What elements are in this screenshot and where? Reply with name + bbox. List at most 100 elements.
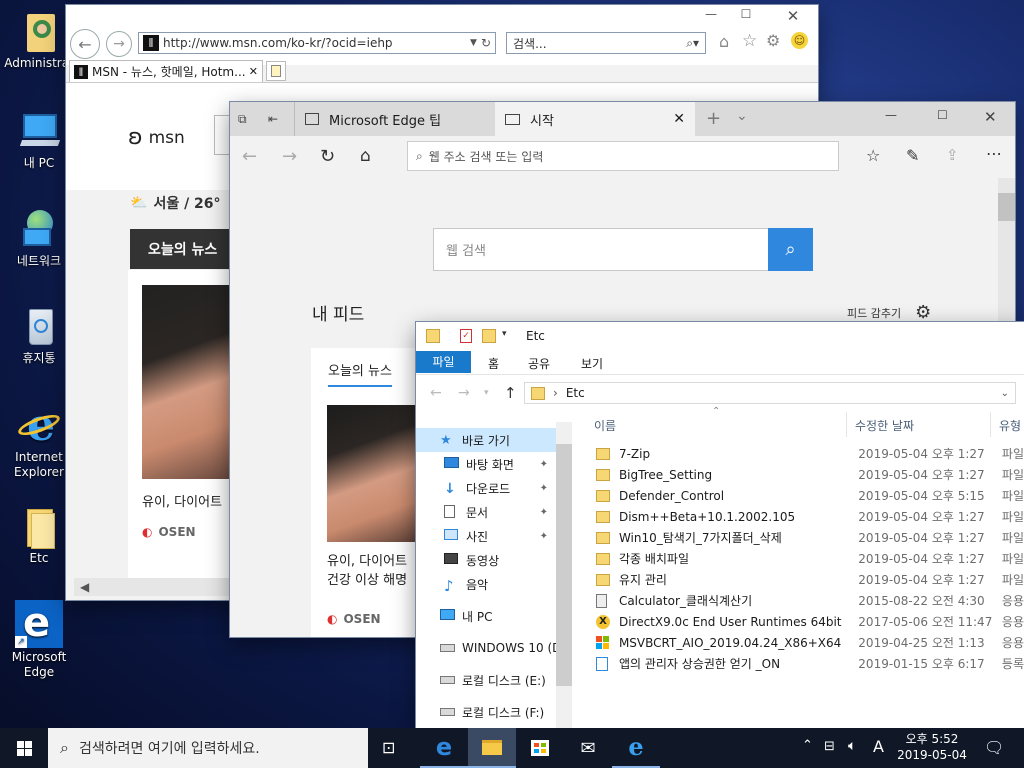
file-row[interactable]: 각종 배치파일 2019-05-04 오후 1:27 파일 [592,548,1024,569]
home-button[interactable]: ⌂ [360,146,371,166]
properties-icon[interactable]: ✓ [460,329,472,343]
file-row[interactable]: Win10_탐색기_7가지폴더_삭제 2019-05-04 오후 1:27 파일 [592,527,1024,548]
new-folder-icon[interactable] [482,329,496,343]
home-icon[interactable]: ⌂ [719,32,729,51]
breadcrumb[interactable]: › Etc ⌄ [524,382,1016,404]
show-hidden-icons-chevron-icon[interactable]: ⌃ [802,738,813,753]
back-button[interactable]: ← [430,385,442,401]
news-source[interactable]: ◐ OSEN [327,612,381,626]
ribbon-tab-file[interactable]: 파일 [416,351,471,373]
nav-item[interactable]: ↓ 다운로드 ✦ [416,476,556,500]
ime-indicator[interactable]: A [873,737,884,756]
clock[interactable]: 오후 5:52 2019-05-04 [892,731,972,763]
task-view-button[interactable]: ⊡ [382,738,395,757]
desktop-icon-network[interactable]: 네트워크 [2,208,76,269]
set-aside-tabs-icon[interactable]: ⇤ [268,112,278,126]
close-tab-icon[interactable]: ✕ [673,111,685,127]
desktop-icon-etc-folder[interactable]: Etc [2,505,76,566]
web-search-input[interactable]: 웹 검색 [433,228,769,271]
taskbar-mail[interactable]: ✉ [564,728,612,768]
tab-edge-tips[interactable]: Microsoft Edge 팁 [294,102,494,136]
taskbar-explorer[interactable] [468,728,516,768]
tab-start[interactable]: 시작 ✕ [495,102,695,136]
desktop-icon-internet-explorer[interactable]: e Internet Explorer [2,404,76,480]
taskbar-edge[interactable]: e [420,728,468,768]
nav-item[interactable]: 로컬 디스크 (E:) [416,668,556,692]
close-tab-icon[interactable]: ✕ [249,65,262,78]
file-row[interactable]: 유지 관리 2019-05-04 오후 1:27 파일 [592,569,1024,590]
taskbar-store[interactable] [516,728,564,768]
file-row[interactable]: 7-Zip 2019-05-04 오후 1:27 파일 [592,443,1024,464]
msn-logo[interactable]: ʚ msn [128,125,185,150]
favorites-icon[interactable]: ☆ [866,146,880,165]
web-note-pen-icon[interactable]: ✎ [906,146,919,165]
minimize-button[interactable]: — [885,108,897,122]
search-icon[interactable]: ⌕▾ [686,36,705,51]
news-thumbnail[interactable] [327,405,421,542]
file-row[interactable]: BigTree_Setting 2019-05-04 오후 1:27 파일 [592,464,1024,485]
forward-button[interactable]: → [458,385,470,401]
nav-item[interactable]: 내 PC [416,604,556,628]
pin-icon[interactable]: ✦ [540,531,548,542]
share-icon[interactable]: ⇪ [946,146,959,164]
column-header-name[interactable]: 이름 [594,417,616,434]
tab-list-chevron-icon[interactable]: ⌄ [736,108,748,124]
address-bar[interactable]: ⌕ 웹 주소 검색 또는 입력 [407,141,839,171]
news-thumbnail[interactable] [142,285,230,479]
minimize-button[interactable]: — [696,7,726,21]
forward-button[interactable]: → [106,31,132,57]
file-row[interactable]: Dism++Beta+10.1.2002.105 2019-05-04 오후 1:… [592,506,1024,527]
forward-button[interactable]: → [282,146,297,167]
new-tab-button[interactable] [266,61,286,81]
smiley-feedback-icon[interactable]: ☺ [791,32,808,49]
nav-item[interactable]: ♪ 음악 [416,572,556,596]
nav-item[interactable]: 바탕 화면 ✦ [416,452,556,476]
weather[interactable]: ⛅ 서울 / 26° [130,193,221,213]
maximize-button[interactable]: ☐ [731,7,761,21]
news-tab-header[interactable]: 오늘의 뉴스 [130,229,230,269]
close-button[interactable]: ✕ [778,7,808,25]
ribbon-tab-home[interactable]: 홈 [488,355,499,372]
news-tab[interactable]: 오늘의 뉴스 [328,360,392,387]
up-button[interactable]: ↑ [504,384,517,402]
network-tray-icon[interactable]: ⊟ [824,739,835,754]
pin-icon[interactable]: ✦ [540,483,548,494]
column-header-modified[interactable]: 수정한 날짜 [855,417,914,434]
news-source[interactable]: ◐ OSEN [142,525,196,539]
file-row[interactable]: MSVBCRT_AIO_2019.04.24_X86+X64 2019-04-25… [592,632,1024,653]
desktop-icon-recycle-bin[interactable]: 휴지통 [2,305,76,366]
chevron-down-icon[interactable]: ▼ [466,38,481,48]
column-header-type[interactable]: 유형 [999,417,1021,434]
customize-chevron-icon[interactable]: ▾ [502,329,507,339]
nav-scrollbar[interactable] [556,422,572,728]
maximize-button[interactable]: ☐ [937,108,948,122]
nav-item[interactable]: WINDOWS 10 (D [416,636,561,660]
pin-icon[interactable]: ✦ [540,507,548,518]
nav-item[interactable]: 동영상 [416,548,556,572]
news-headline[interactable]: 유이, 다이어트 건강 이상 해명 [327,552,407,590]
volume-icon[interactable]: 🔈︎ [848,738,856,754]
file-row[interactable]: X DirectX9.0c End User Runtimes 64bit 2017… [592,611,1024,632]
taskbar-ie[interactable]: e [612,728,660,768]
gear-icon[interactable]: ⚙ [915,302,931,323]
favorites-star-icon[interactable]: ☆ [742,31,757,51]
chevron-down-icon[interactable]: ⌄ [1001,388,1009,399]
desktop-icon-administrator[interactable]: Administrat [2,10,76,71]
desktop-icon-this-pc[interactable]: 내 PC [2,110,76,171]
hide-feed-link[interactable]: 피드 감추기 ⚙ [847,302,931,323]
file-row[interactable]: 앱의 관리자 상승권한 얻기 _ON 2019-01-15 오후 6:17 등록 [592,653,1024,674]
web-search-button[interactable]: ⌕ [768,228,813,271]
ribbon-tab-view[interactable]: 보기 [581,355,603,372]
refresh-icon[interactable]: ↻ [481,36,495,50]
tab-msn[interactable]: ǁ MSN - 뉴스, 핫메일, Hotm... ✕ [69,60,263,82]
refresh-button[interactable]: ↻ [320,146,335,167]
file-row[interactable]: Calculator_클래식계산기 2015-08-22 오전 4:30 응용 [592,590,1024,611]
back-button[interactable]: ← [70,29,100,59]
tab-preview-icon[interactable]: ⧉ [238,112,247,127]
nav-item[interactable]: 문서 ✦ [416,500,556,524]
taskbar-search[interactable]: ⌕ 검색하려면 여기에 입력하세요. [48,728,368,768]
start-button[interactable] [0,728,48,768]
more-menu-icon[interactable]: ⋯ [986,144,1002,163]
desktop-icon-edge[interactable]: e ↗ Microsoft Edge [2,600,76,680]
back-button[interactable]: ← [242,146,257,167]
